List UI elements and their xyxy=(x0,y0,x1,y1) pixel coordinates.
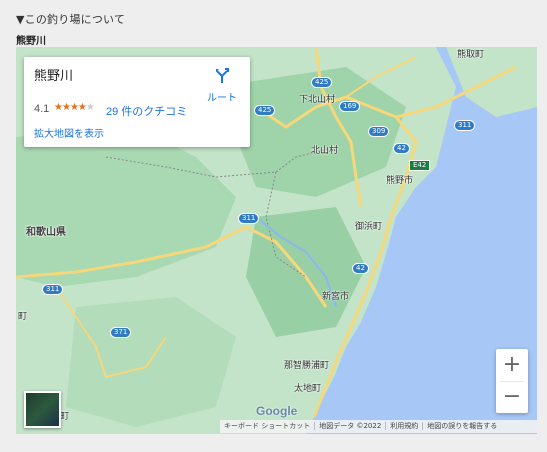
route-button[interactable]: ルート xyxy=(202,67,242,104)
zoom-controls: + − xyxy=(496,349,528,413)
google-logo: Google xyxy=(256,404,298,418)
reviews-link[interactable]: 29 件のクチコミ xyxy=(106,103,187,119)
route-309-shield: 309 xyxy=(368,126,390,137)
satellite-toggle[interactable] xyxy=(24,391,61,428)
rating-value: 4.1 xyxy=(34,103,50,115)
route-425-shield: 425 xyxy=(311,77,333,88)
label-nachikatsuura: 那智勝浦町 xyxy=(284,361,330,371)
label-wakayama-pref: 和歌山県 xyxy=(26,227,66,238)
rating-stars: ★★★★★ xyxy=(54,102,95,113)
label-cho-left: 町 xyxy=(18,312,28,322)
map-footer: キーボード ショートカット 地図データ ©2022 利用規約 地図の誤りを報告する xyxy=(220,420,537,433)
star-icon: ★ xyxy=(85,102,95,113)
terms-link[interactable]: 利用規約 xyxy=(386,422,424,430)
route-311-shield: 311 xyxy=(42,284,64,295)
zoom-out-button[interactable]: − xyxy=(496,381,528,413)
place-info-card: 熊野川 ルート 4.1 ★★★★★ 29 件のクチコミ 拡大地図を表示 xyxy=(24,57,250,147)
label-mihama: 御浜町 xyxy=(355,222,383,232)
star-icon: ★ xyxy=(77,102,87,113)
report-error-link[interactable]: 地図の誤りを報告する xyxy=(423,422,501,430)
route-42-shield: 42 xyxy=(393,143,410,154)
label-kumatori: 熊取町 xyxy=(457,50,485,60)
star-icon: ★ xyxy=(54,102,63,113)
section-title: ▼この釣り場について xyxy=(16,13,126,26)
place-label: 熊野川 xyxy=(16,36,46,47)
label-taiji: 太地町 xyxy=(294,384,322,394)
label-kitayama: 北山村 xyxy=(311,146,339,156)
label-cho-left2: 町 xyxy=(60,412,70,422)
label-kumano: 熊野市 xyxy=(386,176,414,186)
enlarge-map-link[interactable]: 拡大地図を表示 xyxy=(34,125,104,140)
route-label: ルート xyxy=(207,93,237,104)
star-icon: ★ xyxy=(61,102,71,113)
route-311-shield: 311 xyxy=(454,120,476,131)
route-169-shield: 169 xyxy=(339,101,361,112)
map-data-text: 地図データ ©2022 xyxy=(315,422,387,430)
route-371-shield: 371 xyxy=(110,327,132,338)
label-shingu: 新宮市 xyxy=(322,292,350,302)
label-shimokitayama: 下北山村 xyxy=(299,95,336,105)
place-name: 熊野川 xyxy=(34,68,74,83)
directions-icon xyxy=(216,68,229,83)
route-425-shield: 425 xyxy=(254,105,276,116)
keyboard-shortcuts-link[interactable]: キーボード ショートカット xyxy=(220,422,316,430)
zoom-divider xyxy=(500,381,524,382)
expressway-e42-shield: E42 xyxy=(409,160,431,171)
route-42-shield: 42 xyxy=(352,263,369,274)
star-icon: ★ xyxy=(69,102,79,113)
route-311-shield: 311 xyxy=(238,213,260,224)
zoom-in-button[interactable]: + xyxy=(496,349,528,381)
map-view[interactable]: 下北山村 北山村 熊野市 御浜町 和歌山県 新宮市 那智勝浦町 太地町 熊取町 … xyxy=(16,47,537,434)
